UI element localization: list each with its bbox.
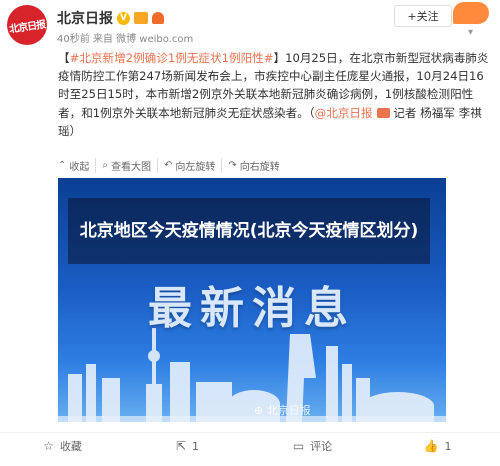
star-icon: ☆ <box>43 439 54 453</box>
rotate-left-button[interactable]: ↶ 向左旋转 <box>158 158 223 173</box>
follow-label: +关注 <box>407 10 439 23</box>
bracket-open: 【 <box>58 51 70 65</box>
comment-icon: ▭ <box>292 439 305 453</box>
view-large-button[interactable]: ⌕ 查看大图 <box>96 158 158 173</box>
post-footer: ☆ 收藏 ⇱ 1 ▭ 评论 👍 1 <box>0 438 500 454</box>
promo-bubble-icon <box>453 2 489 24</box>
like-button[interactable]: 👍 1 <box>375 438 500 454</box>
favorite-label: 收藏 <box>59 440 82 453</box>
mention-link[interactable]: @北京日报 <box>315 106 373 120</box>
avatar-text: 北京日报 <box>8 19 46 35</box>
image-link-icon[interactable] <box>376 107 390 118</box>
repost-icon: ⇱ <box>175 439 187 453</box>
comment-button[interactable]: ▭ 评论 <box>250 438 375 454</box>
user-name-row: 北京日报 V <box>57 8 164 28</box>
like-count: 1 <box>444 439 452 453</box>
avatar[interactable]: 北京日报 <box>7 5 47 45</box>
rotate-left-label: 向左旋转 <box>175 162 216 173</box>
post-text: 【#北京新增2例确诊1例无症状1例阳性#】10月25日，在北京市新型冠状病毒肺炎… <box>58 49 494 140</box>
collapse-label: 收起 <box>69 162 90 173</box>
rotate-left-icon: ↶ <box>164 160 173 171</box>
article-overlay-title: 北京地区今天疫情情况(北京今天疫情区划分) <box>68 198 430 264</box>
image-actions: ⌃ 收起 ⌕ 查看大图 ↶ 向左旋转 ↷ 向右旋转 <box>58 158 286 173</box>
zoom-icon: ⌕ <box>102 160 108 171</box>
guitar-badge-icon <box>152 12 164 24</box>
hashtag-link[interactable]: #北京新增2例确诊1例无症状1例阳性# <box>70 51 274 65</box>
member-badge-icon <box>134 12 148 24</box>
collapse-button[interactable]: ⌃ 收起 <box>58 158 97 173</box>
chevron-down-icon[interactable]: ▾ <box>468 27 473 38</box>
repost-count: 1 <box>192 439 200 453</box>
footer-divider <box>0 432 500 433</box>
article-image[interactable]: 北京地区今天疫情情况(北京今天疫情区划分) 最新消息 ⊕ 北京日报 <box>58 178 446 422</box>
thumbs-up-icon: 👍 <box>423 439 439 453</box>
favorite-button[interactable]: ☆ 收藏 <box>0 438 125 454</box>
post-meta: 40秒前 来自 微博 weibo.com <box>57 34 194 45</box>
view-large-label: 查看大图 <box>111 162 151 173</box>
rotate-right-icon: ↷ <box>228 160 237 171</box>
follow-button[interactable]: +关注 <box>394 5 452 27</box>
rotate-right-button[interactable]: ↷ 向右旋转 <box>222 158 285 173</box>
repost-button[interactable]: ⇱ 1 <box>125 438 250 454</box>
comment-label: 评论 <box>310 440 333 453</box>
article-big-title: 最新消息 <box>148 283 356 334</box>
image-watermark: ⊕ 北京日报 <box>254 404 311 417</box>
chevron-up-icon: ⌃ <box>58 160 67 171</box>
user-name[interactable]: 北京日报 <box>57 8 113 28</box>
verified-icon: V <box>117 11 130 25</box>
rotate-right-label: 向右旋转 <box>239 162 280 173</box>
